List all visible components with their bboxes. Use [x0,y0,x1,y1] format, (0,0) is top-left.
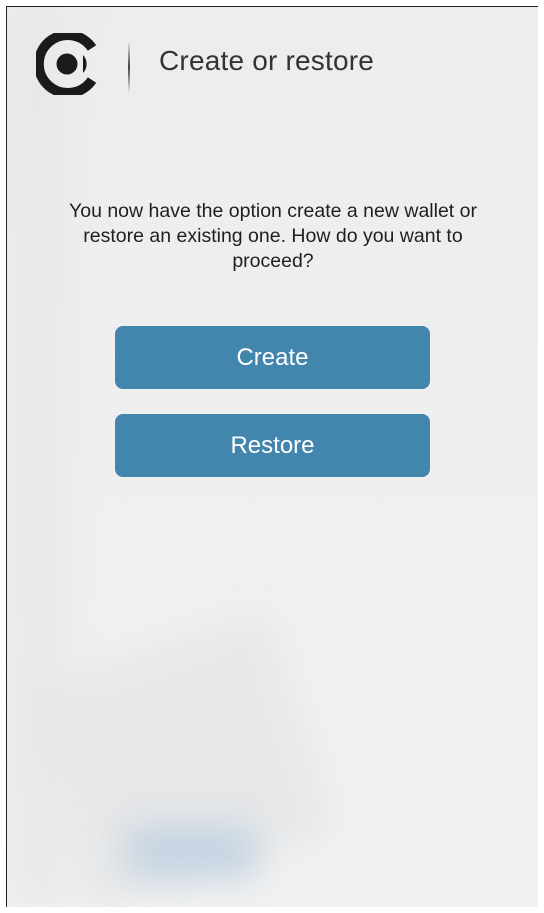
background-blur [17,612,337,907]
restore-button-label: Restore [230,431,315,459]
background-blur [7,7,67,907]
instruction-text: You now have the option create a new wal… [69,200,477,272]
wallet-logo-icon [36,33,97,95]
header: Create or restore [7,7,538,127]
create-button-label: Create [236,343,309,371]
create-button[interactable]: Create [115,326,430,389]
restore-button[interactable]: Restore [115,414,430,477]
header-divider [128,41,130,93]
app-window: Create or restore You now have the optio… [6,6,538,907]
page-title: Create or restore [159,45,375,76]
background-blur [127,827,257,877]
